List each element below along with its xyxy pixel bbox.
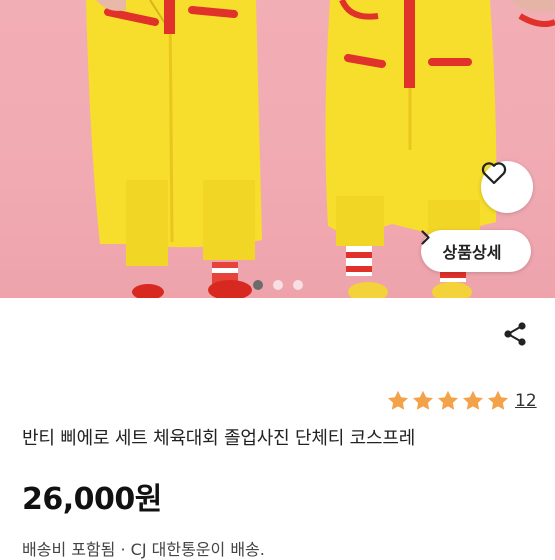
carousel-indicator bbox=[0, 278, 555, 292]
share-icon bbox=[504, 322, 526, 346]
star-icon bbox=[438, 390, 458, 410]
product-title: 반티 삐에로 세트 체육대회 졸업사진 단체티 코스프레 bbox=[22, 428, 416, 449]
product-detail-button[interactable]: 상품상세 bbox=[421, 230, 531, 272]
review-count[interactable]: 12 bbox=[515, 391, 537, 411]
product-image[interactable]: 상품상세 bbox=[0, 0, 555, 298]
star-icon bbox=[388, 390, 408, 410]
star-icon bbox=[488, 390, 508, 410]
shipping-info: 배송비 포함됨 · CJ 대한통운이 배송. bbox=[22, 540, 265, 559]
star-icon bbox=[463, 390, 483, 410]
product-detail-label: 상품상세 bbox=[442, 243, 502, 262]
product-rating[interactable]: 12 bbox=[386, 386, 537, 416]
carousel-dot[interactable] bbox=[292, 280, 303, 290]
carousel-dot[interactable] bbox=[252, 280, 263, 290]
heart-outline-icon bbox=[481, 162, 507, 185]
share-button[interactable] bbox=[499, 318, 531, 350]
star-icon bbox=[413, 390, 433, 410]
star-rating bbox=[386, 389, 511, 413]
product-price: 26,000원 bbox=[22, 482, 162, 517]
wishlist-button[interactable] bbox=[481, 161, 533, 213]
carousel-dot[interactable] bbox=[272, 280, 283, 290]
